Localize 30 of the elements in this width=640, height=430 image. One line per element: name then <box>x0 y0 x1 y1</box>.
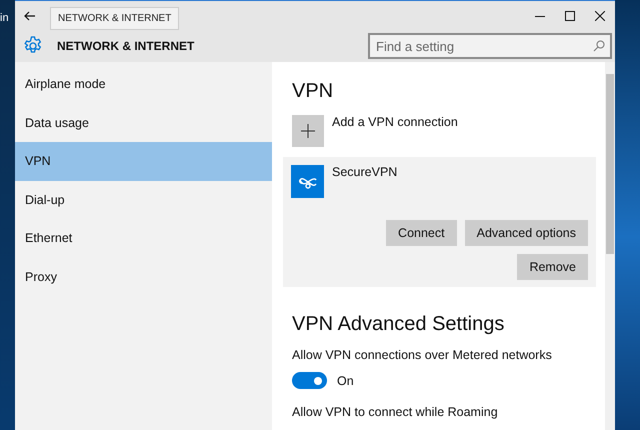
add-button[interactable] <box>292 115 324 147</box>
toggle-switch[interactable] <box>292 372 327 389</box>
toggle-state-label: On <box>337 374 354 388</box>
sidebar-item[interactable]: VPN <box>15 142 272 180</box>
add-connection-label[interactable]: Add a VPN connection <box>332 115 458 147</box>
connection-button[interactable]: Advanced options <box>464 220 588 246</box>
connection-button[interactable]: Connect <box>386 220 457 246</box>
sidebar-item[interactable]: Ethernet <box>15 219 272 258</box>
desktop-label: in <box>0 12 10 24</box>
search-field[interactable]: Find a setting <box>368 33 612 59</box>
setting-label: Allow VPN connections over Metered networks <box>292 348 552 362</box>
sidebar-item[interactable]: Airplane mode <box>15 65 272 104</box>
back-arrow-icon <box>24 10 36 20</box>
section-heading: VPN <box>292 80 334 103</box>
vpn-logo-icon <box>291 165 324 198</box>
connection-name: SecureVPN <box>332 165 398 181</box>
remove-button[interactable]: Remove <box>517 254 588 280</box>
page-title: NETWORK & INTERNET <box>57 39 194 53</box>
section-heading: VPN Advanced Settings <box>292 313 506 336</box>
plus-icon <box>301 124 315 138</box>
sidebar-item[interactable]: Proxy <box>15 258 272 296</box>
sidebar-item[interactable]: Data usage <box>15 104 272 142</box>
maximize-icon <box>565 10 575 20</box>
close-icon <box>595 10 605 20</box>
search-icon <box>593 40 605 52</box>
vpn-connection-card[interactable]: SecureVPN Connect Advanced options Remove <box>283 157 596 287</box>
scrollbar[interactable] <box>605 62 615 430</box>
tooltip: NETWORK & INTERNET <box>50 7 180 30</box>
setting-label: Allow VPN to connect while Roaming <box>292 405 498 419</box>
sidebar-item[interactable]: Dial-up <box>15 180 272 219</box>
